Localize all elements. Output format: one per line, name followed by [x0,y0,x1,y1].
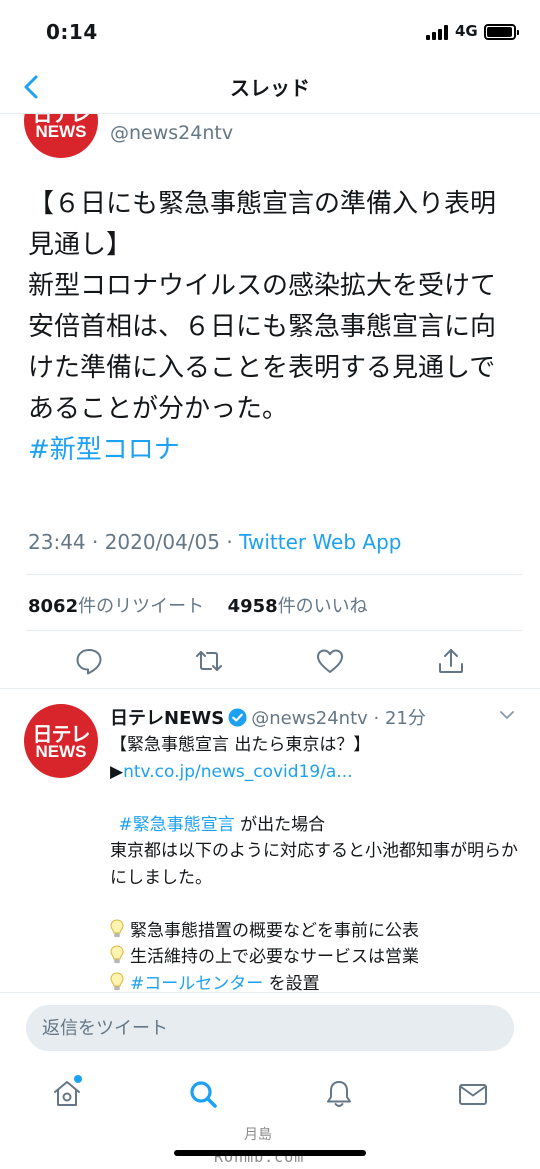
signal-icon [426,25,452,40]
bullet-item: 生活維持の上で必要なサービスは営業 [110,944,520,971]
reply-tweet-text: 【緊急事態宣言 出たら東京は？】 ▶ntv.co.jp/news_covid19… [110,732,520,997]
page-title: スレッド [230,76,310,100]
retweet-button[interactable] [194,646,224,676]
author-name[interactable]: 日テレNEWS [110,708,224,729]
share-button[interactable] [436,646,466,676]
reply-input[interactable] [26,1005,514,1051]
reply-headline: 【緊急事態宣言 出たら東京は？】 [110,735,371,755]
hashtag-link[interactable]: #コールセンター [130,974,263,994]
tab-search[interactable] [186,1077,220,1111]
lightbulb-icon [110,971,124,990]
tweet-actions [0,646,540,682]
new-content-dot [74,1075,82,1083]
reply-button[interactable] [74,646,104,676]
retweet-count-link[interactable]: 8062件のリツイート [28,596,204,617]
watermark-logo: 月島 [244,1127,272,1143]
tweet-menu-button[interactable] [498,706,516,724]
author-handle-time: @news24ntv · 21分 [251,708,426,729]
tab-notifications[interactable] [322,1077,356,1111]
link-arrow: ▶ [110,761,124,782]
retweet-label: 件のリツイート [78,596,205,617]
tweet-text: 【６日にも緊急事態宣言の準備入り表明見通し】 新型コロナウイルスの感染拡大を受け… [28,184,514,471]
lightbulb-icon [110,945,124,964]
reply-hashtag-line: #緊急事態宣言 が出た場合 [110,812,520,839]
home-indicator [174,1150,366,1156]
lightbulb-icon [110,918,124,937]
chevron-down-icon [500,711,514,719]
reply-body: 東京都は以下のように対応すると小池都知事が明らかにしました。 [110,841,518,888]
battery-level [487,27,512,37]
tweet-paragraph: 新型コロナウイルスの感染拡大を受けて安倍首相は、６日にも緊急事態宣言に向けた準備… [28,271,497,424]
thread-separator [0,688,540,689]
avatar-logo-bottom: NEWS [35,742,87,761]
status-time: 0:14 [46,20,98,44]
tab-messages[interactable] [456,1077,490,1111]
bullet-item: 緊急事態措置の概要などを事前に公表 [110,918,520,945]
divider [26,630,522,631]
search-icon [190,1081,217,1108]
bell-icon [327,1081,351,1107]
article-link[interactable]: ntv.co.jp/news_covid19/a... [123,762,352,782]
engagement-counts: 8062件のリツイート 4958件のいいね [28,592,368,618]
avatar-logo-bottom: NEWS [35,122,87,141]
bullet-text: 生活維持の上で必要なサービスは営業 [130,947,419,967]
like-count-link[interactable]: 4958件のいいね [228,596,368,617]
divider [26,574,522,575]
like-count: 4958 [227,596,278,617]
reply-header: 日テレNEWS @news24ntv · 21分 [110,704,426,730]
tweet-timestamp: 23:44 · 2020/04/05 · [28,530,240,554]
network-type: 4G [455,22,478,40]
avatar[interactable]: 日テレ NEWS [24,704,98,778]
share-icon [439,649,463,673]
like-button[interactable] [315,646,345,676]
hashtag-link[interactable]: #緊急事態宣言 [119,815,235,835]
hashtag-link[interactable]: #新型コロナ [28,430,514,471]
verified-badge-icon [228,708,247,727]
retweet-count: 8062 [28,596,79,617]
retweet-icon [196,651,222,671]
like-label: 件のいいね [277,596,368,617]
author-handle[interactable]: @news24ntv [110,122,233,144]
tweet-headline: 【６日にも緊急事態宣言の準備入り表明見通し】 [28,189,497,260]
heart-icon [317,649,343,673]
mail-icon [459,1084,487,1105]
battery-icon [484,24,519,40]
status-bar: 0:14 4G [0,0,540,62]
reply-icon [76,649,102,675]
hashtag-suffix: が出た場合 [234,814,326,835]
bullet-text: 緊急事態措置の概要などを事前に公表 [130,920,419,941]
tweet-meta: 23:44 · 2020/04/05 · Twitter Web App [28,530,401,554]
nav-bar: スレッド [0,62,540,114]
bullet-text: を設置 [263,973,320,994]
tweet-source-link[interactable]: Twitter Web App [239,530,401,554]
reply-link-line: ▶ntv.co.jp/news_covid19/a... [110,759,520,786]
tab-home[interactable] [50,1075,84,1111]
